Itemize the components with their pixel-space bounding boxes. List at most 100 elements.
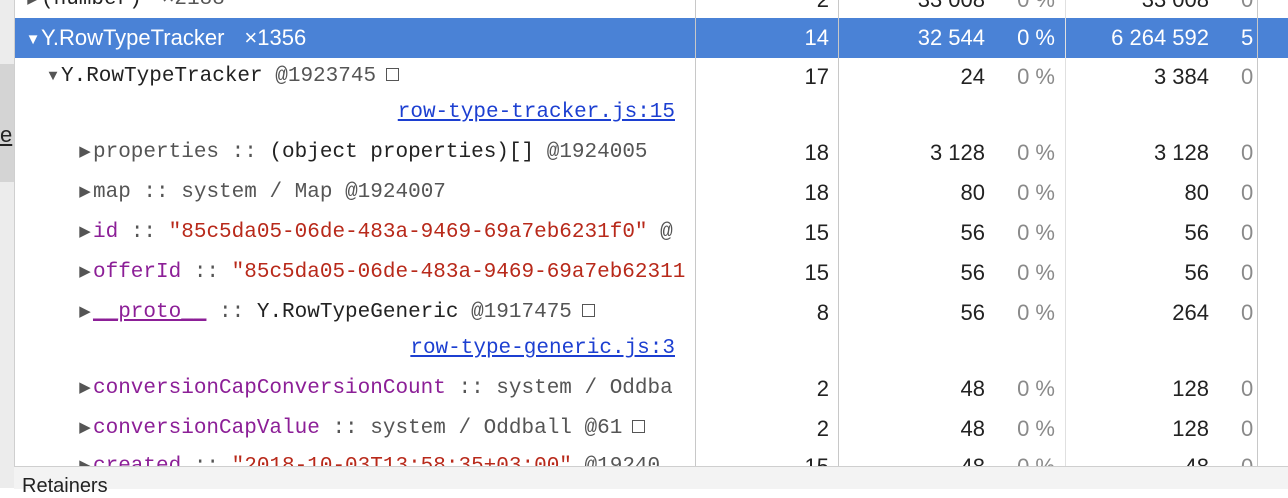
reveal-in-summary-icon[interactable] — [581, 304, 595, 317]
vertical-scrollbar[interactable] — [1283, 0, 1288, 466]
distance-cell: 18 — [804, 140, 829, 165]
name-cell: ▶ map :: system / Map @1924007 — [15, 173, 757, 213]
distance-cell: 18 — [804, 180, 829, 205]
retained-percent-cell: 0 — [1241, 220, 1254, 245]
shallow-percent-cell: 0 % — [1017, 180, 1055, 205]
shallow-size-cell: 48 — [839, 447, 985, 466]
expand-triangle-icon[interactable]: ▶ — [77, 409, 93, 449]
table-row[interactable]: ▶(number)×2188 2 33 008 0 % 33 008 0 — [15, 0, 1288, 20]
column-divider[interactable] — [1257, 0, 1258, 466]
name-cell: ▶ properties :: (object properties)[] @19… — [15, 133, 757, 173]
retained-size-cell: 264 — [1172, 300, 1209, 325]
shallow-percent-cell: 0 % — [1017, 140, 1055, 165]
table-row[interactable]: ▶ id :: "85c5da05-06de-483a-9469-69a7eb62… — [15, 213, 1288, 253]
table-row[interactable]: ▶created :: "2018-10-03T13:58:35+03:00" … — [15, 447, 1288, 466]
source-link[interactable]: row-type-generic.js:3 — [410, 337, 675, 360]
name-cell: row-type-generic.js:3 — [15, 329, 675, 369]
name-cell: ▶created :: "2018-10-03T13:58:35+03:00" … — [15, 447, 757, 466]
table-row[interactable]: ▶ conversionCapValue :: system / Oddball … — [15, 409, 1288, 449]
reveal-in-summary-icon[interactable] — [386, 68, 400, 81]
distance-cell: 15 — [697, 447, 829, 466]
name-cell: ▶ conversionCapConversionCount :: system … — [15, 369, 757, 409]
shallow-size-cell: 48 — [960, 376, 985, 401]
table-row[interactable]: ▶ map :: system / Map @1924007 18 80 0 % … — [15, 173, 1288, 213]
expand-triangle-icon[interactable]: ▶ — [77, 447, 93, 466]
name-cell: ▼ Y.RowTypeTracker @1923745 — [15, 57, 725, 97]
left-panel-letter[interactable]: e — [0, 122, 12, 148]
column-divider[interactable] — [838, 0, 839, 466]
expand-triangle-icon[interactable]: ▶ — [77, 213, 93, 253]
distance-cell: 8 — [816, 300, 829, 325]
shallow-percent-cell: 0 % — [1017, 376, 1055, 401]
table-row[interactable]: ▼ Y.RowTypeTracker @1923745 17 24 0 % 3 3… — [15, 57, 1288, 97]
retained-percent-cell: 0 — [1241, 140, 1254, 165]
retained-percent-cell: 0 — [1241, 300, 1254, 325]
column-divider[interactable] — [1065, 0, 1066, 466]
retained-size-cell: 6 264 592 — [1111, 25, 1209, 50]
distance-cell: 17 — [804, 64, 829, 89]
shallow-percent-cell: 0 % — [1017, 416, 1055, 441]
shallow-percent-cell: 0 % — [1017, 300, 1055, 325]
heap-snapshot-table: ▶(number)×2188 2 33 008 0 % 33 008 0 ▼Y.… — [14, 0, 1288, 466]
expand-triangle-icon[interactable]: ▶ — [25, 0, 41, 20]
expand-triangle-icon[interactable]: ▶ — [77, 253, 93, 293]
retainers-panel-header[interactable]: Retainers — [14, 466, 1288, 497]
distance-cell: 14 — [804, 25, 829, 50]
shallow-size-cell: 80 — [960, 180, 985, 205]
retained-percent-cell: 5 — [1241, 25, 1254, 50]
shallow-percent-cell: 0 % — [997, 0, 1055, 20]
column-divider[interactable] — [695, 0, 696, 466]
collapse-triangle-icon[interactable]: ▼ — [45, 57, 61, 97]
retained-size-cell: 3 128 — [1153, 140, 1209, 165]
retained-size-cell: 128 — [1172, 376, 1209, 401]
retained-percent-cell: 0 — [1241, 376, 1254, 401]
shallow-size-cell: 24 — [960, 64, 985, 89]
retained-percent-cell: 0 — [1241, 447, 1281, 466]
name-cell: ▶ id :: "85c5da05-06de-483a-9469-69a7eb62… — [15, 213, 757, 253]
table-row[interactable]: ▶ conversionCapConversionCount :: system … — [15, 369, 1288, 409]
source-link-row: row-type-tracker.js:15 — [15, 93, 1288, 133]
name-cell: ▼Y.RowTypeTracker ×1356 — [15, 18, 705, 58]
table-row[interactable]: ▶ __proto__ :: Y.RowTypeGeneric @1917475 … — [15, 293, 1288, 333]
collapse-triangle-icon[interactable]: ▼ — [25, 20, 41, 58]
retained-size-cell: 3 384 — [1153, 64, 1209, 89]
table-row[interactable]: ▶ offerId :: "85c5da05-06de-483a-9469-69a… — [15, 253, 1288, 293]
name-cell: ▶ __proto__ :: Y.RowTypeGeneric @1917475 — [15, 293, 757, 333]
expand-triangle-icon[interactable]: ▶ — [77, 369, 93, 409]
shallow-size-cell: 3 128 — [929, 140, 985, 165]
left-panel-strip: e — [0, 0, 14, 488]
distance-cell: 2 — [697, 0, 829, 20]
shallow-size-cell: 56 — [960, 260, 985, 285]
retained-size-cell: 56 — [1184, 260, 1209, 285]
expand-triangle-icon[interactable]: ▶ — [77, 173, 93, 213]
shallow-percent-cell: 0 % — [1017, 220, 1055, 245]
shallow-size-cell: 48 — [960, 416, 985, 441]
shallow-size-cell: 56 — [960, 220, 985, 245]
retained-size-cell: 48 — [1067, 447, 1209, 466]
distance-cell: 15 — [804, 260, 829, 285]
name-cell: ▶ conversionCapValue :: system / Oddball … — [15, 409, 757, 449]
retained-percent-cell: 0 — [1241, 180, 1254, 205]
table-row-selected[interactable]: ▼Y.RowTypeTracker ×1356 14 32 544 0 % 6 2… — [15, 18, 1288, 58]
expand-triangle-icon[interactable]: ▶ — [77, 133, 93, 173]
name-cell: ▶ offerId :: "85c5da05-06de-483a-9469-69a… — [15, 253, 757, 293]
retained-percent-cell: 0 — [1241, 64, 1254, 89]
shallow-percent-cell: 0 % — [1017, 260, 1055, 285]
source-link-row: row-type-generic.js:3 — [15, 329, 1288, 369]
name-cell: row-type-tracker.js:15 — [15, 93, 675, 133]
retained-percent-cell: 0 — [1241, 0, 1281, 20]
name-cell: ▶(number)×2188 — [15, 0, 705, 20]
shallow-size-cell: 33 008 — [839, 0, 985, 20]
shallow-size-cell: 56 — [960, 300, 985, 325]
shallow-size-cell: 32 544 — [917, 25, 985, 50]
table-row[interactable]: ▶ properties :: (object properties)[] @19… — [15, 133, 1288, 173]
retained-size-cell: 56 — [1184, 220, 1209, 245]
reveal-in-summary-icon[interactable] — [632, 420, 646, 433]
retained-size-cell: 33 008 — [1067, 0, 1209, 20]
retainers-title: Retainers — [22, 475, 108, 497]
distance-cell: 15 — [804, 220, 829, 245]
source-link[interactable]: row-type-tracker.js:15 — [398, 101, 675, 124]
distance-cell: 2 — [816, 376, 829, 401]
expand-triangle-icon[interactable]: ▶ — [77, 293, 93, 333]
retained-size-cell: 80 — [1184, 180, 1209, 205]
